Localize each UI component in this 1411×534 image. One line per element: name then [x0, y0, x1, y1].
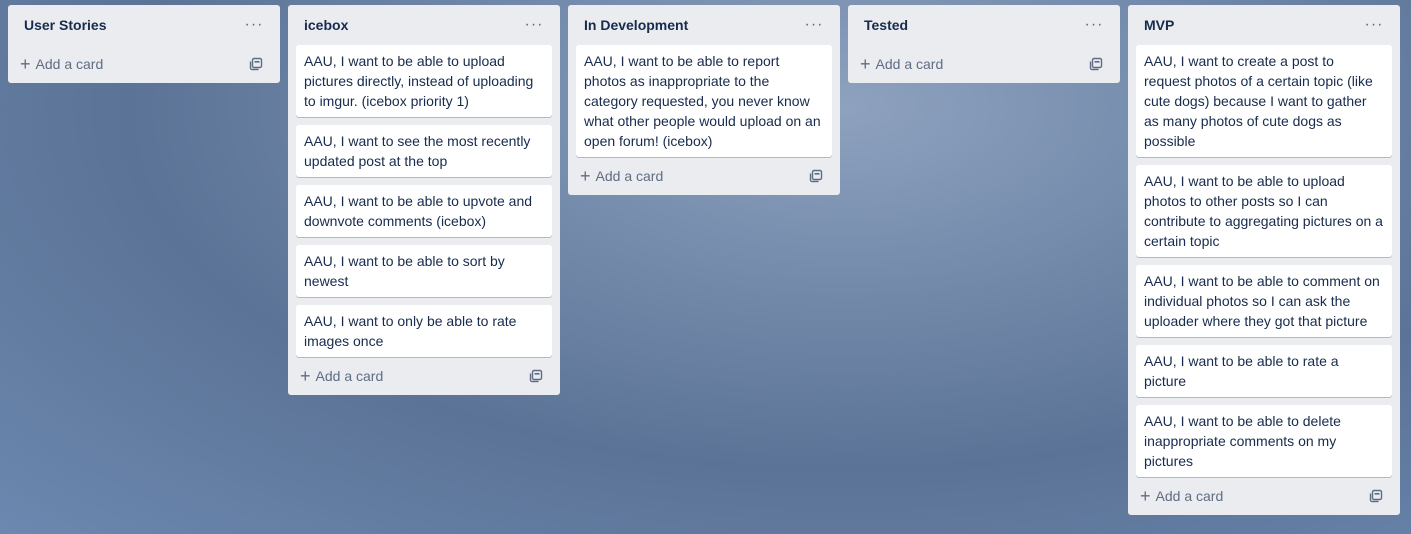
add-card-label: Add a card: [595, 168, 664, 184]
list-header[interactable]: icebox ···: [296, 5, 552, 45]
plus-icon: +: [1140, 486, 1151, 506]
card[interactable]: AAU, I want to only be able to rate imag…: [296, 305, 552, 357]
add-card-label: Add a card: [875, 56, 944, 72]
card-template-icon[interactable]: [1086, 54, 1106, 74]
card-template-icon[interactable]: [246, 54, 266, 74]
card[interactable]: AAU, I want to create a post to request …: [1136, 45, 1392, 157]
list-footer: + Add a card: [856, 45, 1112, 83]
list-header[interactable]: In Development ···: [576, 5, 832, 45]
list-title[interactable]: Tested: [864, 17, 908, 33]
add-card-button[interactable]: + Add a card: [576, 167, 663, 185]
add-card-button[interactable]: + Add a card: [1136, 487, 1223, 505]
add-card-button[interactable]: + Add a card: [16, 55, 103, 73]
more-horizontal-icon[interactable]: ···: [800, 11, 828, 39]
list: In Development ··· AAU, I want to be able …: [568, 5, 840, 195]
card[interactable]: AAU, I want to be able to delete inappro…: [1136, 405, 1392, 477]
list-footer: + Add a card: [576, 157, 832, 195]
card[interactable]: AAU, I want to see the most recently upd…: [296, 125, 552, 177]
plus-icon: +: [860, 54, 871, 74]
card-template-icon[interactable]: [1366, 486, 1386, 506]
card[interactable]: AAU, I want to be able to comment on ind…: [1136, 265, 1392, 337]
plus-icon: +: [580, 166, 591, 186]
list-header[interactable]: Tested ···: [856, 5, 1112, 45]
list-title[interactable]: User Stories: [24, 17, 106, 33]
card[interactable]: AAU, I want to be able to sort by newest: [296, 245, 552, 297]
more-horizontal-icon[interactable]: ···: [520, 11, 548, 39]
add-card-label: Add a card: [315, 368, 384, 384]
add-card-label: Add a card: [35, 56, 104, 72]
card[interactable]: AAU, I want to be able to upvote and dow…: [296, 185, 552, 237]
more-horizontal-icon[interactable]: ···: [1080, 11, 1108, 39]
list-header[interactable]: User Stories ···: [16, 5, 272, 45]
list-header[interactable]: MVP ···: [1136, 5, 1392, 45]
list-footer: + Add a card: [16, 45, 272, 83]
add-card-button[interactable]: + Add a card: [296, 367, 383, 385]
list-title[interactable]: icebox: [304, 17, 348, 33]
card[interactable]: AAU, I want to be able to upload photos …: [1136, 165, 1392, 257]
card-template-icon[interactable]: [526, 366, 546, 386]
plus-icon: +: [20, 54, 31, 74]
more-horizontal-icon[interactable]: ···: [240, 11, 268, 39]
card[interactable]: AAU, I want to be able to report photos …: [576, 45, 832, 157]
card[interactable]: AAU, I want to be able to upload picture…: [296, 45, 552, 117]
list-footer: + Add a card: [1136, 477, 1392, 515]
list-footer: + Add a card: [296, 357, 552, 395]
more-horizontal-icon[interactable]: ···: [1360, 11, 1388, 39]
list: User Stories ··· + Add a card: [8, 5, 280, 83]
plus-icon: +: [300, 366, 311, 386]
list-title[interactable]: MVP: [1144, 17, 1174, 33]
board: User Stories ··· + Add a card icebox ··· AAU, …: [8, 5, 1400, 515]
list-title[interactable]: In Development: [584, 17, 688, 33]
card-template-icon[interactable]: [806, 166, 826, 186]
list: Tested ··· + Add a card: [848, 5, 1120, 83]
add-card-label: Add a card: [1155, 488, 1224, 504]
add-card-button[interactable]: + Add a card: [856, 55, 943, 73]
list: icebox ··· AAU, I want to be able to uploa…: [288, 5, 560, 395]
card[interactable]: AAU, I want to be able to rate a picture: [1136, 345, 1392, 397]
list: MVP ··· AAU, I want to create a post to re…: [1128, 5, 1400, 515]
